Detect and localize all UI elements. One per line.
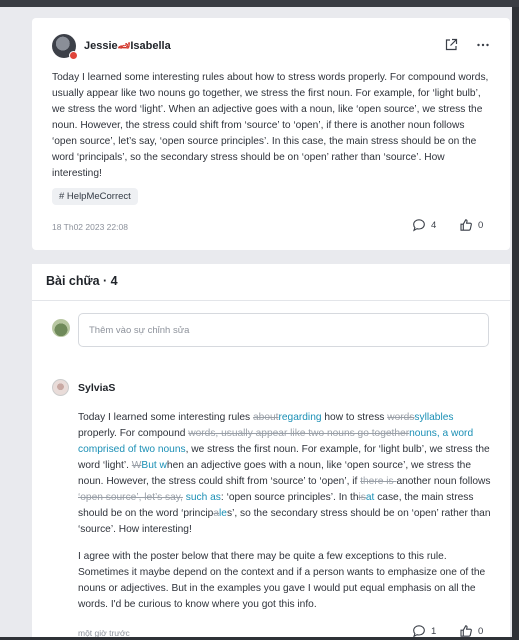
post-author[interactable]: Jessie🏎Isabella (52, 34, 171, 60)
inserted-text: regarding (278, 412, 322, 423)
deleted-text: ‘open source’, let’s say, (78, 492, 183, 503)
kept-text: another noun follows (396, 476, 491, 487)
like-icon (460, 625, 472, 637)
post-timestamp: 18 Th02 2023 22:08 (52, 222, 128, 232)
kept-text: Today I learned some interesting rules (78, 412, 253, 423)
window-top-bar (0, 0, 519, 7)
kept-text: : ‘open source principles’. In th (220, 492, 359, 503)
add-correction-input[interactable]: Thêm vào sự chỉnh sửa (78, 313, 489, 347)
deleted-text: there is (360, 476, 397, 487)
inserted-text: le (219, 508, 227, 519)
divider (32, 300, 510, 301)
deleted-text: words, usually appear like two nouns go … (188, 428, 410, 439)
like-icon (460, 219, 472, 231)
correction-comments-count: 1 (431, 625, 437, 637)
comment-icon (413, 219, 425, 232)
corrections-title: Bài chữa · 4 (46, 274, 118, 288)
comment-icon (413, 625, 425, 638)
comments-stat[interactable]: 4 (412, 218, 436, 232)
post-actions (444, 38, 490, 52)
inserted-text: But w (141, 460, 167, 471)
inserted-text: syllables (414, 412, 454, 423)
correction-comments-stat[interactable]: 1 (412, 624, 436, 638)
kept-text: properly. For compound (78, 428, 189, 439)
corrector-avatar[interactable] (52, 379, 69, 396)
corrector-comment: I agree with the poster below that there… (78, 551, 486, 610)
corrections-card: Bài chữa · 4 Thêm vào sự chỉnh sửa Sylvi… (32, 264, 510, 640)
deleted-text: W (131, 460, 142, 471)
share-icon[interactable] (444, 38, 458, 52)
author-first: Jessie (84, 40, 118, 52)
status-badge (69, 51, 78, 60)
deleted-text: about (252, 412, 279, 423)
correction-likes-stat[interactable]: 0 (459, 624, 483, 638)
likes-count: 0 (478, 219, 484, 231)
avatar[interactable] (52, 34, 78, 60)
post-body: Today I learned some interesting rules a… (52, 72, 489, 179)
author-name[interactable]: Jessie🏎Isabella (84, 40, 171, 52)
corrected-text: Today I learned some interesting rules a… (78, 410, 492, 538)
inserted-text: such as (182, 492, 221, 503)
post-card: Jessie🏎Isabella Today I learned some int… (32, 18, 510, 250)
more-icon[interactable] (476, 38, 490, 52)
comments-count: 4 (431, 219, 437, 231)
window-right-edge (512, 7, 519, 640)
hashtag-chip[interactable]: # HelpMeCorrect (52, 188, 138, 205)
current-user-avatar (52, 319, 70, 337)
correction-likes-count: 0 (478, 625, 484, 637)
kept-text: how to stress (321, 412, 388, 423)
deleted-text: is (358, 492, 366, 503)
author-second: Isabella (130, 40, 171, 52)
car-emoji-icon: 🏎 (117, 41, 131, 52)
deleted-text: words (387, 412, 415, 423)
likes-stat[interactable]: 0 (459, 218, 483, 232)
corrector-name[interactable]: SylviaS (78, 382, 115, 394)
